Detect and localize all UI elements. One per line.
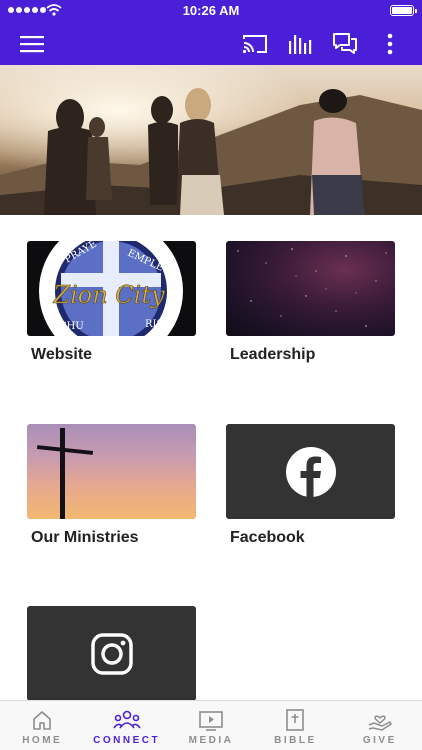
tab-media[interactable]: MEDIA [169,701,253,750]
tile-facebook[interactable]: Facebook [226,424,395,547]
bible-icon [286,709,305,731]
tab-bible[interactable]: BIBLE [253,701,337,750]
website-logo-image: Zion City PRAYE EMPLE CHU RIST [27,241,196,336]
tile-website[interactable]: Zion City PRAYE EMPLE CHU RIST Website [27,241,196,364]
status-bar: 10:26 AM [0,0,422,22]
app-bar [0,22,422,65]
menu-icon[interactable] [16,28,48,60]
more-vertical-icon[interactable] [374,28,406,60]
bottom-tab-bar: HOME CONNECT MEDIA BIBLE GIVE [0,700,422,750]
tab-connect[interactable]: CONNECT [84,701,168,750]
battery-icon [390,5,417,16]
logo-arc-text-4: RIST [145,319,170,330]
tile-label-leadership: Leadership [230,346,316,363]
tab-give[interactable]: GIVE [338,701,422,750]
facebook-icon [285,446,336,498]
tab-label-media: MEDIA [188,735,234,746]
tile-instagram[interactable] [27,606,196,701]
giving-hand-icon [368,715,392,731]
tile-label-facebook: Facebook [230,529,305,546]
instagram-tile-image [27,606,196,701]
ministries-cross-image [27,424,196,519]
tile-label-website: Website [31,346,93,363]
tile-label-our-ministries: Our Ministries [31,529,139,546]
cast-icon[interactable] [239,28,271,60]
facebook-tile-image [226,424,395,519]
people-icon [112,710,141,729]
chat-icon[interactable] [329,28,361,60]
tab-label-give: GIVE [362,735,397,746]
home-icon [33,711,52,730]
tab-label-connect: CONNECT [93,735,161,746]
tile-our-ministries[interactable]: Our Ministries [27,424,196,547]
tab-home[interactable]: HOME [0,701,84,750]
hero-image [0,65,422,215]
play-screen-icon [199,711,223,731]
tab-label-bible: BIBLE [274,735,317,746]
status-time: 10:26 AM [182,3,240,18]
logo-zion-city-text: Zion City [52,281,165,309]
logo-arc-text-3: CHU [59,321,84,332]
tile-leadership[interactable]: Leadership [226,241,395,364]
tab-label-home: HOME [22,735,63,746]
leadership-galaxy-image [226,241,395,336]
audio-bars-icon[interactable] [284,28,316,60]
instagram-icon [90,632,133,675]
